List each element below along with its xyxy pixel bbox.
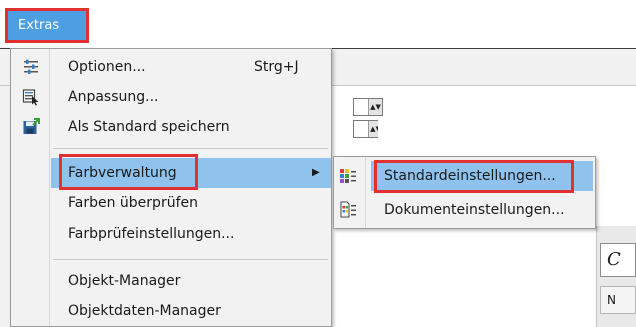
menu-item-label: Farben überprüfen (68, 195, 198, 211)
menu-item-label: Objektdaten-Manager (68, 303, 221, 319)
menu-item-check-colors[interactable]: Farben überprüfen (11, 188, 331, 218)
font-preview-field[interactable]: C (600, 243, 636, 277)
menu-item-color-proof-settings[interactable]: Farbprüfeinstellungen... (11, 219, 331, 249)
spin-arrows-icon[interactable]: ▲▼ (368, 99, 382, 115)
color-management-submenu: Standardeinstellungen... Dokumenteinstel… (333, 156, 596, 229)
menu-item-label: Als Standard speichern (68, 119, 230, 135)
menu-item-shortcut: Strg+J (254, 59, 299, 75)
extras-menu[interactable]: Extras (5, 8, 89, 43)
extras-dropdown-menu: Optionen... Strg+J Anpassung... Als Stan… (10, 48, 332, 327)
menu-item-object-manager[interactable]: Objekt-Manager (11, 266, 331, 296)
menu-item-label: Farbprüfeinstellungen... (68, 226, 235, 242)
color-default-settings-icon (339, 167, 357, 185)
options-icon (22, 58, 40, 76)
customize-icon (22, 88, 40, 106)
spin-field[interactable]: ▲▼ (353, 98, 383, 116)
menu-item-label: Optionen... (68, 59, 146, 75)
menu-bar: Extras (0, 0, 636, 49)
save-default-icon (22, 118, 40, 136)
menu-item-object-data-manager[interactable]: Objektdaten-Manager (11, 296, 331, 326)
menu-separator (53, 259, 328, 260)
side-panel-button[interactable]: N (600, 286, 636, 314)
annotation-highlight-box (374, 160, 574, 193)
submenu-arrow-icon: ▶ (312, 167, 320, 178)
side-panel-button-label: N (607, 293, 616, 307)
menu-separator (53, 148, 328, 149)
extras-menu-label: Extras (18, 18, 60, 33)
menu-item-options[interactable]: Optionen... Strg+J (11, 52, 331, 82)
menu-item-label: Objekt-Manager (68, 273, 181, 289)
menu-item-label: Dokumenteinstellungen... (384, 202, 565, 218)
font-preview-text: C (607, 249, 621, 270)
menu-item-label: Anpassung... (68, 89, 159, 105)
color-document-settings-icon (339, 201, 357, 219)
menu-item-document-settings[interactable]: Dokumenteinstellungen... (334, 194, 595, 226)
menu-item-save-as-default[interactable]: Als Standard speichern (11, 112, 331, 142)
menu-item-customize[interactable]: Anpassung... (11, 82, 331, 112)
annotation-highlight-box (59, 154, 198, 190)
